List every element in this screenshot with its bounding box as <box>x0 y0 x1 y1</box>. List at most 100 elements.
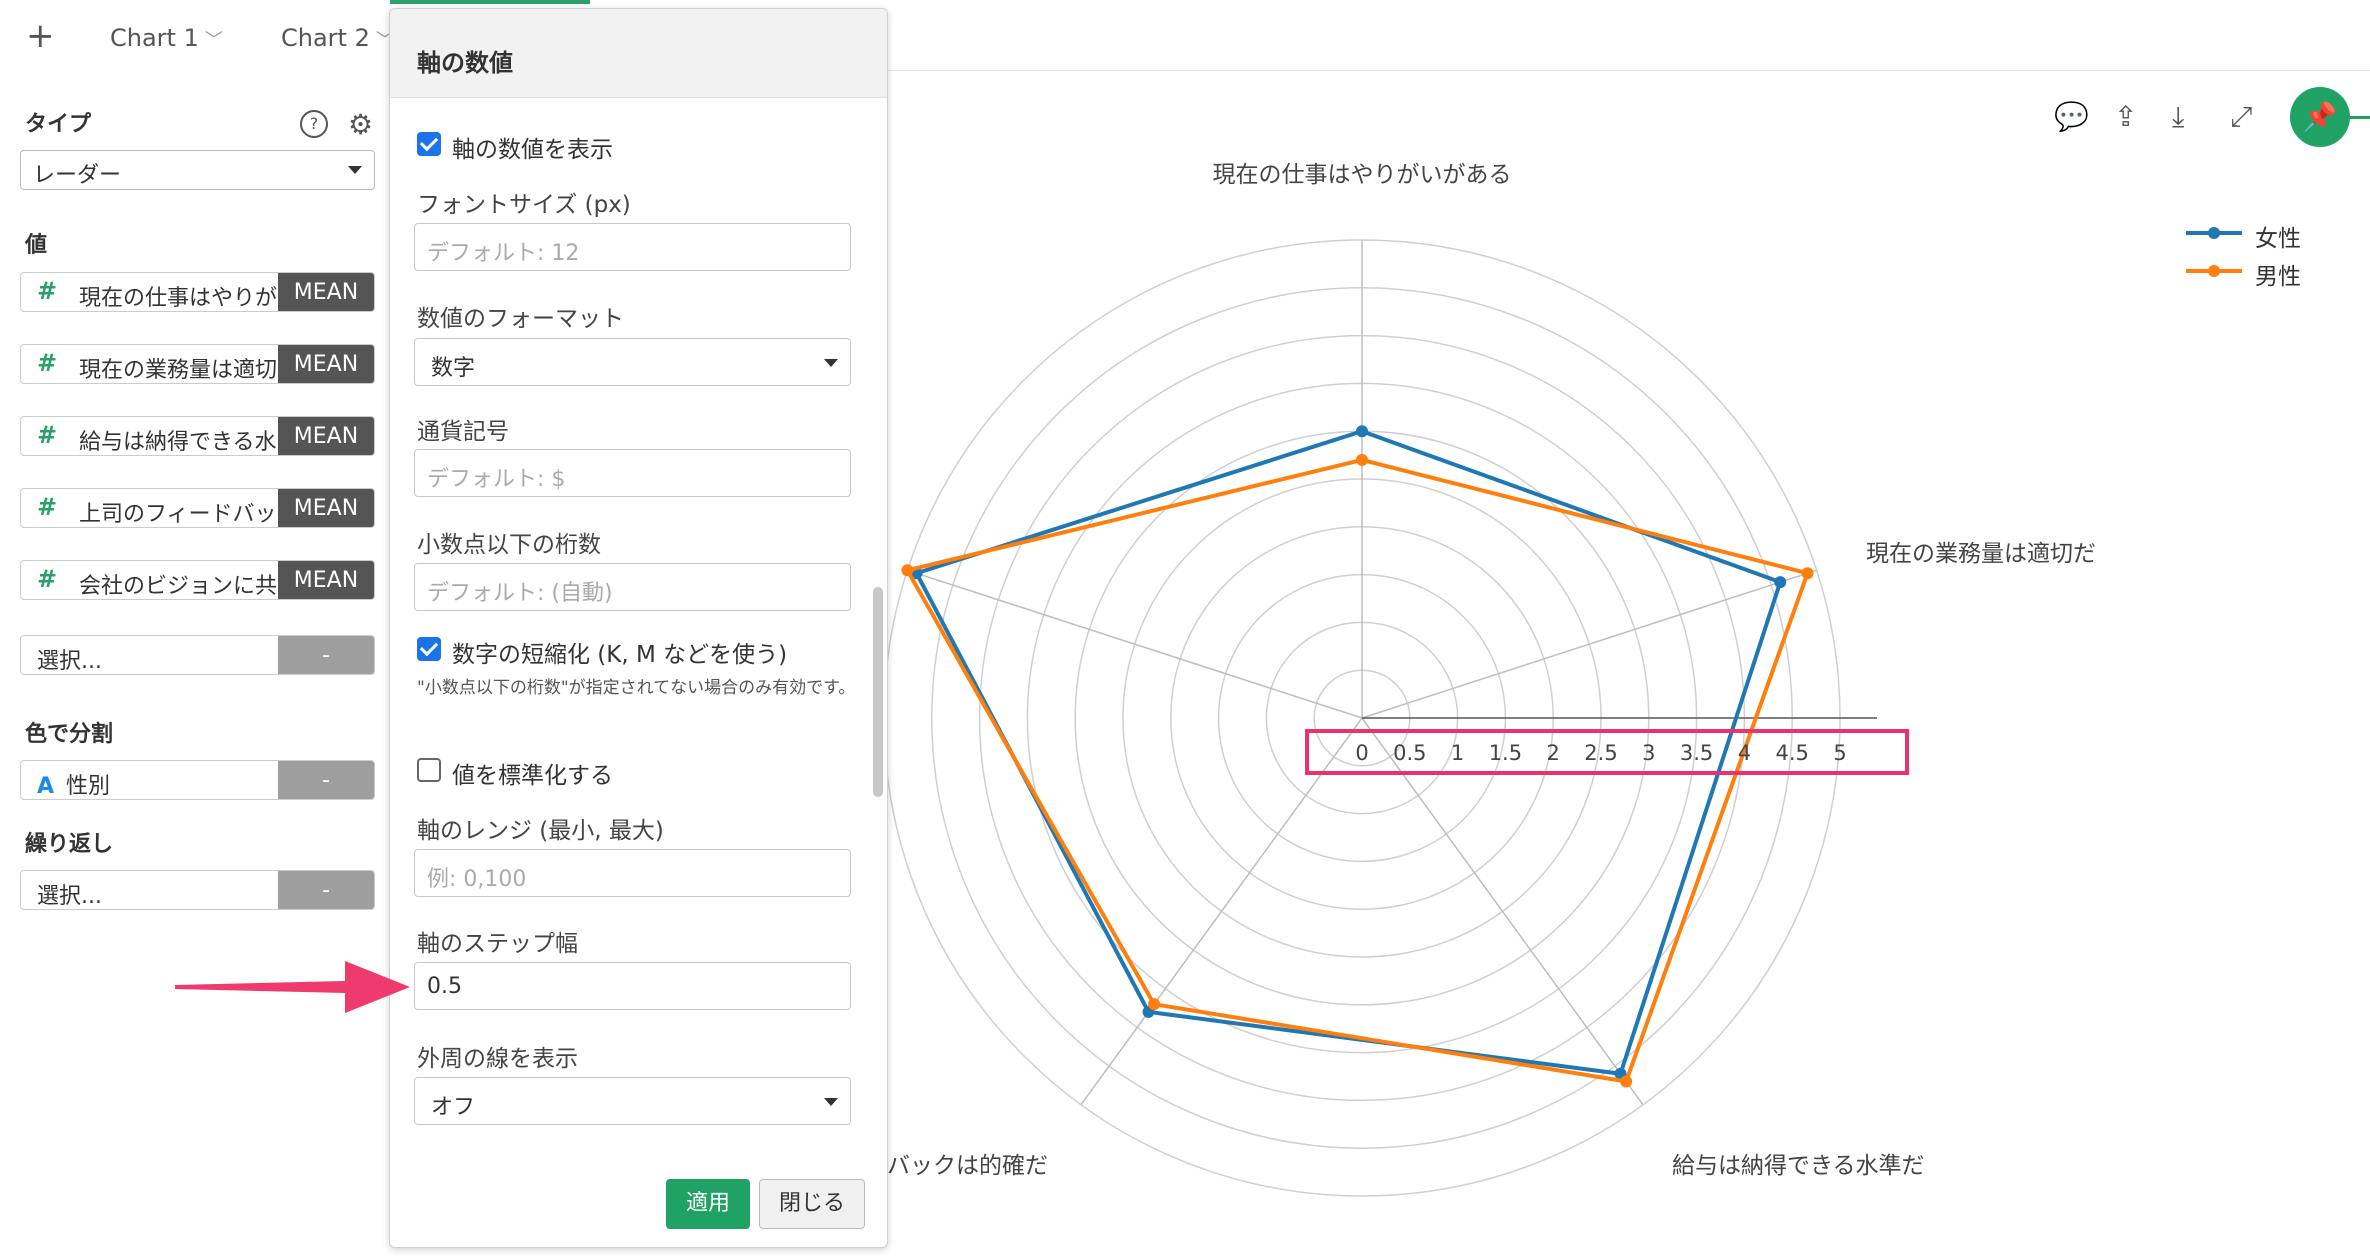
download-icon[interactable]: ⤓ <box>2172 100 2184 134</box>
upload-icon[interactable]: ⇪ <box>2114 100 2137 133</box>
caret-down-icon <box>824 1098 838 1106</box>
tick-label: 1 <box>1451 741 1464 765</box>
value-row[interactable]: # 給与は納得できる水 MEAN <box>20 416 375 456</box>
value-column-name: 給与は納得できる水 <box>79 430 277 455</box>
normalize-checkbox[interactable] <box>417 758 441 782</box>
remove-button[interactable]: - <box>278 636 374 674</box>
aggregation-button[interactable]: MEAN <box>278 561 374 599</box>
series-line <box>904 457 1811 1084</box>
radar-series <box>901 425 1814 1088</box>
tick-label: 0 <box>1355 741 1368 765</box>
abbreviate-numbers-label: 数字の短縮化 (K, M などを使う) <box>452 642 788 668</box>
chart-type-value: レーダー <box>33 163 122 188</box>
number-type-icon: # <box>37 349 58 377</box>
grid-ring <box>1265 621 1459 815</box>
remove-button[interactable]: - <box>278 871 374 909</box>
legend-marker-female <box>2208 227 2220 239</box>
axis-spoke <box>1361 569 1817 719</box>
number-format-select[interactable]: 数字 <box>414 338 851 386</box>
series-point <box>1774 576 1787 589</box>
tick-label: 0.5 <box>1393 741 1426 765</box>
remove-button[interactable]: - <box>278 761 374 799</box>
text-type-icon: A <box>37 774 55 799</box>
axis-range-input[interactable]: 例: 0,100 <box>414 849 851 897</box>
axis-label: 現在の仕事はやりがいがある <box>1213 162 1512 188</box>
grid-ring <box>1313 669 1411 767</box>
grid-ring <box>1026 382 1698 1054</box>
type-section-label: タイプ <box>25 112 92 137</box>
value-column-name: 会社のビジョンに共 <box>79 574 278 599</box>
series-line <box>913 429 1783 1076</box>
value-column-name: 上司のフィードバッ <box>79 502 277 527</box>
tick-label: 1.5 <box>1489 741 1522 765</box>
outer-line-label: 外周の線を表示 <box>417 1046 578 1072</box>
apply-button[interactable]: 適用 <box>666 1179 750 1229</box>
select-placeholder: 選択... <box>37 649 102 674</box>
panel-title: 軸の数値 <box>417 49 513 77</box>
aggregation-button[interactable]: MEAN <box>278 489 374 527</box>
value-row[interactable]: # 現在の仕事はやりが MEAN <box>20 272 375 312</box>
tick-label: 4.5 <box>1775 741 1808 765</box>
color-split-value: 性別 <box>66 774 111 799</box>
axis-spoke <box>1080 717 1363 1106</box>
series-point <box>1620 1075 1633 1088</box>
legend-item-female[interactable]: 女性 <box>2255 219 2301 253</box>
value-row[interactable]: # 現在の業務量は適切 MEAN <box>20 344 375 384</box>
pin-icon[interactable]: 📌 <box>2290 87 2350 147</box>
aggregation-button[interactable]: MEAN <box>278 273 374 311</box>
currency-input[interactable]: デフォルト: $ <box>414 449 851 497</box>
radar-grid <box>883 239 1841 1197</box>
repeat-value: 選択... <box>37 884 102 909</box>
tick-label: 2.5 <box>1584 741 1617 765</box>
caret-down-icon <box>824 359 838 367</box>
value-row[interactable]: # 上司のフィードバッ MEAN <box>20 488 375 528</box>
repeat-label: 繰り返し <box>25 832 114 857</box>
number-type-icon: # <box>37 565 58 593</box>
add-tab-button[interactable]: + <box>26 16 55 56</box>
decimals-input[interactable]: デフォルト: (自動) <box>414 563 851 611</box>
outer-line-value: オフ <box>431 1095 476 1120</box>
value-column-name: 現在の仕事はやりが <box>79 286 278 311</box>
close-button[interactable]: 閉じる <box>759 1179 865 1229</box>
axis-spoke <box>907 569 1363 719</box>
number-type-icon: # <box>37 421 58 449</box>
repeat-select[interactable]: 選択... - <box>20 870 375 910</box>
comment-icon[interactable]: 💬 <box>2054 100 2089 133</box>
tab-chart-2[interactable]: Chart 2 ﹀ <box>281 24 394 52</box>
legend-item-male[interactable]: 男性 <box>2255 257 2301 291</box>
show-axis-values-label: 軸の数値を表示 <box>452 137 613 163</box>
axis-range-label: 軸のレンジ (最小, 最大) <box>417 818 664 844</box>
aggregation-button[interactable]: MEAN <box>278 345 374 383</box>
pin-connector <box>2348 116 2370 119</box>
help-icon[interactable]: ? <box>300 110 328 138</box>
value-row[interactable]: # 会社のビジョンに共 MEAN <box>20 560 375 600</box>
add-value-select[interactable]: 選択... - <box>20 635 375 675</box>
abbreviate-numbers-checkbox[interactable] <box>417 637 441 661</box>
normalize-label: 値を標準化する <box>452 763 613 789</box>
number-type-icon: # <box>37 493 58 521</box>
tick-highlight-box <box>1305 729 1909 775</box>
series-point <box>910 567 923 580</box>
tick-label: 4 <box>1738 741 1751 765</box>
radar-spokes <box>907 240 1877 1106</box>
font-size-input[interactable]: デフォルト: 12 <box>414 223 851 271</box>
chart-type-select[interactable]: レーダー <box>20 150 375 190</box>
grid-ring <box>1217 573 1507 863</box>
color-split-select[interactable]: A 性別 - <box>20 760 375 800</box>
show-axis-values-checkbox[interactable] <box>417 132 441 156</box>
tab-bar: + Chart 1 ﹀ Chart 2 ﹀ <box>0 0 2370 71</box>
expand-icon[interactable]: ⤢ <box>2230 100 2252 134</box>
value-column-name: 現在の業務量は適切 <box>79 358 278 383</box>
axis-label: 現在の業務量は適切だ <box>1866 541 2096 567</box>
gear-icon[interactable]: ⚙ <box>348 108 373 141</box>
tab-label: Chart 2 <box>281 24 370 52</box>
axis-step-input[interactable]: 0.5 <box>414 962 851 1010</box>
panel-scrollbar[interactable] <box>873 587 883 797</box>
active-tab-indicator <box>390 0 590 4</box>
grid-ring <box>1170 526 1554 910</box>
tab-chart-1[interactable]: Chart 1 ﹀ <box>110 24 223 52</box>
axis-label: バックは的確だ <box>887 1153 1048 1179</box>
aggregation-button[interactable]: MEAN <box>278 417 374 455</box>
series-point <box>1356 425 1368 438</box>
outer-line-select[interactable]: オフ <box>414 1077 851 1125</box>
